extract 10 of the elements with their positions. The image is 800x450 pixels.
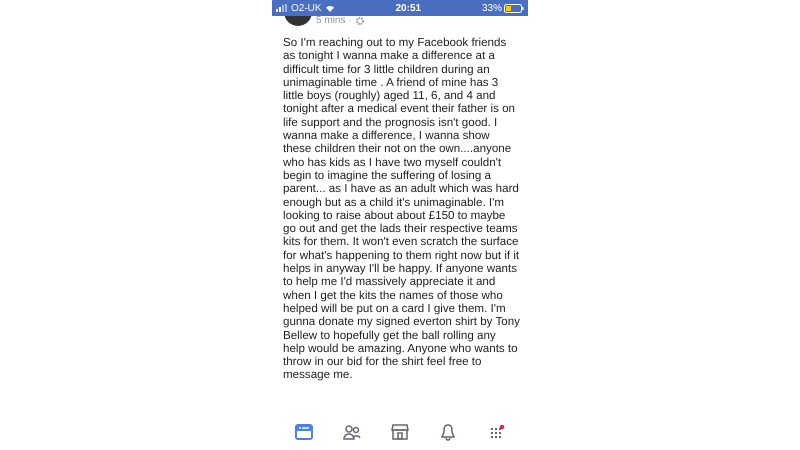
signal-icon (276, 4, 288, 12)
timestamp: 5 mins · (316, 16, 352, 26)
clock: 20:51 (395, 2, 422, 16)
feed-icon[interactable] (293, 421, 315, 443)
battery-percentage: 33% (482, 2, 502, 16)
post-text: So I'm reaching out to my Facebook friends as tonight I wanna make a difference at a difficult time for 3 little children during an unimaginable time . A friend of mine has 3 little boys (roughly) aged 11, 6, and 4 and tonight after a medical event their father is on life support and the prognosis isn't good. I wanna make a difference, I wanna show these children their not on the own....anyone who has kids as I have two myself couldn't begin to imagine the suffering of losing a parent... as I have as an adult which was hard enough but as a child it's unimaginable. I'm looking to raise about about £150 to maybe go out and get the lads their respective teams kits for them. It won't even scratch the surface for what's happening to them right now but if it helps in anyway I'll be happy. If anyone wants to help me I'd massively appreciate it and when I get the kits the names of those who helped will be put on a card I give them. I'm gunna donate my signed everton shirt by Tony Bellew to hopefully get the ball rolling any help would be amazing. Anyone who wants to throw in our bid for the shirt feel free to message me. (282, 35, 521, 382)
battery-icon (504, 4, 524, 12)
carrier-name: O2-UK (291, 2, 322, 16)
wifi-icon (324, 4, 335, 12)
gear-icon (356, 17, 364, 25)
